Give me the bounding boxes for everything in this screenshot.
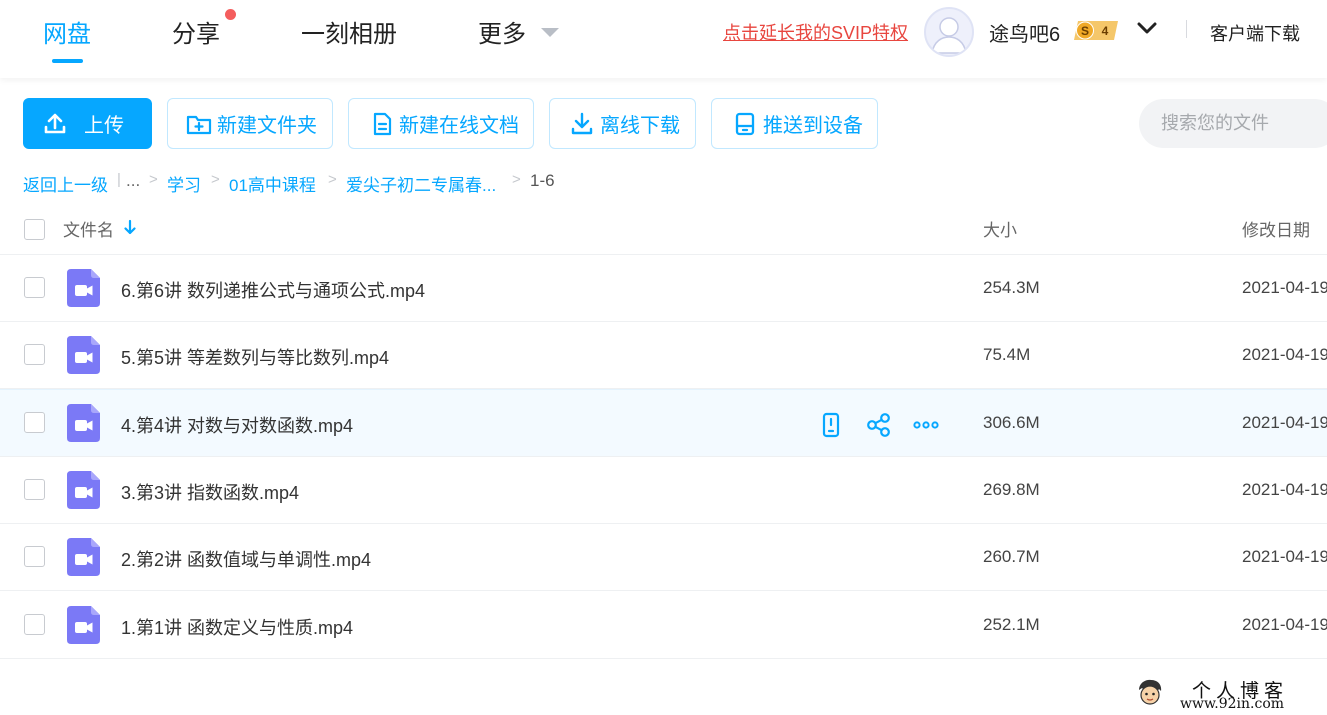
new-online-doc-label: 新建在线文档 bbox=[399, 115, 519, 137]
top-nav-bar: 网盘 分享 一刻相册 更多 点击延长我的SVIP特权 途鸟吧6 S 4 客户端下… bbox=[0, 0, 1327, 78]
file-table-header: 文件名 大小 修改日期 bbox=[0, 200, 1327, 255]
push-to-device-button[interactable]: 推送到设备 bbox=[711, 98, 878, 149]
file-row[interactable]: 2.第2讲 函数值域与单调性.mp4 260.7M 2021-04-19 bbox=[0, 524, 1327, 591]
new-folder-icon bbox=[186, 112, 212, 136]
video-file-icon bbox=[67, 269, 100, 307]
select-all-checkbox[interactable] bbox=[24, 219, 45, 240]
header-size[interactable]: 大小 bbox=[983, 216, 1017, 241]
video-file-icon bbox=[67, 404, 100, 442]
row-checkbox[interactable] bbox=[24, 614, 45, 635]
file-name[interactable]: 1.第1讲 函数定义与性质.mp4 bbox=[121, 614, 353, 640]
badge-level: 4 bbox=[1102, 24, 1109, 38]
breadcrumb-item-course[interactable]: 爱尖子初二专属春... bbox=[346, 171, 496, 196]
row-checkbox[interactable] bbox=[24, 344, 45, 365]
file-size: 260.7M bbox=[983, 547, 1040, 566]
device-icon bbox=[733, 112, 757, 136]
video-file-icon bbox=[67, 538, 100, 576]
breadcrumb-separator: > bbox=[512, 171, 521, 188]
breadcrumb-current: 1-6 bbox=[530, 171, 555, 190]
file-name[interactable]: 2.第2讲 函数值域与单调性.mp4 bbox=[121, 546, 371, 572]
nav-active-indicator bbox=[52, 59, 83, 63]
file-modified-date: 2021-04-19 bbox=[1242, 547, 1327, 566]
watermark-url: www.92in.com bbox=[1180, 696, 1285, 712]
nav-tab-more[interactable]: 更多 bbox=[478, 14, 526, 49]
share-notification-dot bbox=[225, 9, 236, 20]
username[interactable]: 途鸟吧6 bbox=[989, 18, 1060, 47]
badge-letter: S bbox=[1081, 24, 1089, 38]
video-file-icon bbox=[67, 606, 100, 644]
new-online-doc-button[interactable]: 新建在线文档 bbox=[348, 98, 534, 149]
push-to-device-label: 推送到设备 bbox=[763, 115, 863, 137]
file-row[interactable]: 1.第1讲 函数定义与性质.mp4 252.1M 2021-04-19 bbox=[0, 592, 1327, 659]
search-input[interactable] bbox=[1139, 99, 1327, 148]
header-filename[interactable]: 文件名 bbox=[63, 216, 114, 241]
breadcrumb-item-study[interactable]: 学习 bbox=[167, 171, 201, 196]
header-modified-date[interactable]: 修改日期 bbox=[1242, 216, 1310, 241]
user-menu-chevron-icon[interactable] bbox=[1136, 20, 1158, 38]
file-name[interactable]: 5.第5讲 等差数列与等比数列.mp4 bbox=[121, 344, 389, 370]
breadcrumb-separator: > bbox=[328, 171, 337, 188]
file-name[interactable]: 3.第3讲 指数函数.mp4 bbox=[121, 479, 299, 505]
file-size: 75.4M bbox=[983, 345, 1031, 364]
offline-download-button[interactable]: 离线下载 bbox=[549, 98, 696, 149]
nav-divider bbox=[1186, 20, 1187, 38]
new-folder-button[interactable]: 新建文件夹 bbox=[167, 98, 333, 149]
file-modified-date: 2021-04-19 bbox=[1242, 615, 1327, 634]
video-file-icon bbox=[67, 471, 100, 509]
upload-icon bbox=[43, 112, 67, 136]
row-checkbox[interactable] bbox=[24, 277, 45, 298]
file-modified-date: 2021-04-19 bbox=[1242, 345, 1327, 364]
file-size: 254.3M bbox=[983, 278, 1040, 297]
file-row[interactable]: 6.第6讲 数列递推公式与通项公式.mp4 254.3M 2021-04-19 bbox=[0, 255, 1327, 322]
row-checkbox[interactable] bbox=[24, 412, 45, 433]
row-checkbox[interactable] bbox=[24, 479, 45, 500]
file-modified-date: 2021-04-19 bbox=[1242, 480, 1327, 499]
nav-tab-share[interactable]: 分享 bbox=[172, 14, 220, 49]
download-icon bbox=[570, 112, 594, 136]
more-chevron-icon[interactable] bbox=[541, 28, 559, 37]
nav-tab-netdisk[interactable]: 网盘 bbox=[43, 14, 91, 49]
file-modified-date: 2021-04-19 bbox=[1242, 278, 1327, 297]
file-modified-date: 2021-04-19 bbox=[1242, 413, 1327, 432]
sort-down-arrow-icon[interactable] bbox=[123, 219, 137, 241]
new-folder-label: 新建文件夹 bbox=[217, 115, 317, 137]
file-row[interactable]: 5.第5讲 等差数列与等比数列.mp4 75.4M 2021-04-19 bbox=[0, 322, 1327, 389]
file-size: 269.8M bbox=[983, 480, 1040, 499]
send-to-phone-icon[interactable] bbox=[818, 412, 844, 438]
upload-label: 上传 bbox=[84, 115, 124, 137]
breadcrumb-item-high-school[interactable]: 01高中课程 bbox=[229, 171, 316, 196]
offline-download-label: 离线下载 bbox=[600, 115, 680, 137]
file-name[interactable]: 6.第6讲 数列递推公式与通项公式.mp4 bbox=[121, 277, 425, 303]
client-download-link[interactable]: 客户端下载 bbox=[1210, 20, 1300, 46]
blog-mascot-icon bbox=[1135, 678, 1165, 706]
upload-button[interactable]: 上传 bbox=[23, 98, 152, 149]
file-size: 252.1M bbox=[983, 615, 1040, 634]
breadcrumb-divider: | bbox=[117, 171, 121, 188]
file-row[interactable]: 4.第4讲 对数与对数函数.mp4 306.6M 2021-04-19 bbox=[0, 389, 1327, 457]
share-icon[interactable] bbox=[866, 412, 892, 438]
user-avatar[interactable] bbox=[924, 7, 974, 57]
nav-tab-album[interactable]: 一刻相册 bbox=[301, 14, 397, 49]
more-actions-icon[interactable] bbox=[913, 412, 939, 438]
video-file-icon bbox=[67, 336, 100, 374]
breadcrumb-separator: > bbox=[211, 171, 220, 188]
avatar-silhouette-icon bbox=[931, 17, 967, 54]
file-row[interactable]: 3.第3讲 指数函数.mp4 269.8M 2021-04-19 bbox=[0, 457, 1327, 524]
svip-renew-link[interactable]: 点击延长我的SVIP特权 bbox=[723, 19, 908, 45]
document-icon bbox=[371, 112, 393, 136]
row-checkbox[interactable] bbox=[24, 546, 45, 567]
file-size: 306.6M bbox=[983, 413, 1040, 432]
svip-level-badge: S 4 bbox=[1072, 20, 1122, 41]
breadcrumb-back-link[interactable]: 返回上一级 bbox=[23, 171, 108, 196]
breadcrumb-separator: > bbox=[149, 171, 158, 188]
file-name[interactable]: 4.第4讲 对数与对数函数.mp4 bbox=[121, 412, 353, 438]
breadcrumb-ellipsis[interactable]: ... bbox=[126, 171, 140, 191]
